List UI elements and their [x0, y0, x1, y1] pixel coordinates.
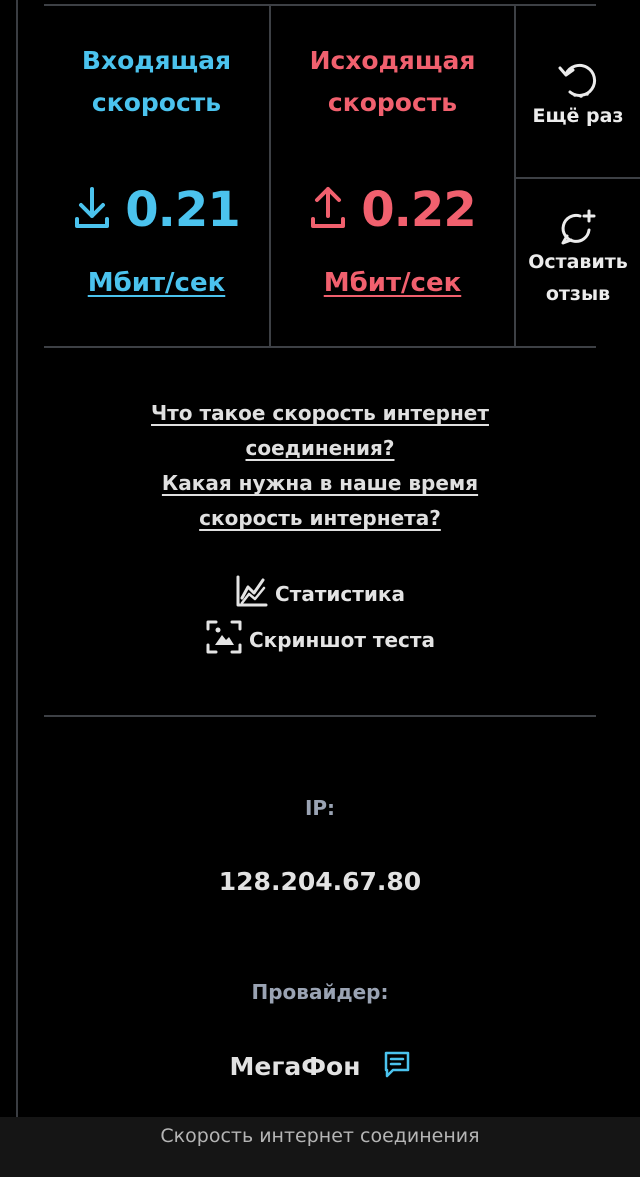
- info-links: Что такое скорость интернет соединения? …: [44, 396, 596, 536]
- upload-value: 0.22: [361, 182, 476, 238]
- upload-unit-link[interactable]: Мбит/сек: [271, 268, 514, 298]
- screenshot-label: Скриншот теста: [248, 627, 436, 652]
- provider-value: МегаФон: [229, 1051, 361, 1081]
- comment-icon[interactable]: [383, 1050, 411, 1082]
- left-frame-border: [16, 0, 18, 1117]
- screenshot-button[interactable]: Скриншот теста: [44, 619, 596, 660]
- feedback-label-line1: Оставить: [528, 251, 628, 273]
- provider-label: Провайдер:: [251, 980, 389, 1004]
- ip-label: IP:: [304, 796, 336, 820]
- download-value: 0.21: [125, 182, 240, 238]
- bottom-title-bar: Скорость интернет соединения: [0, 1117, 640, 1177]
- bottom-title: Скорость интернет соединения: [160, 1125, 480, 1147]
- upload-value-row: 0.22: [271, 182, 514, 238]
- chart-icon: [235, 574, 269, 613]
- upload-title: Исходящая скорость: [309, 46, 476, 117]
- download-unit-link[interactable]: Мбит/сек: [44, 268, 269, 298]
- refresh-icon: [516, 56, 640, 100]
- side-divider: [516, 177, 640, 179]
- chat-plus-icon: [516, 206, 640, 246]
- upload-panel: Исходящая скорость 0.22 Мбит/сек: [271, 0, 514, 346]
- retry-label: Ещё раз: [532, 105, 624, 127]
- link-needed-speed[interactable]: Какая нужна в наше время скорость интерн…: [44, 466, 596, 536]
- feedback-button[interactable]: Оставить отзыв: [516, 206, 640, 310]
- ip-value: 128.204.67.80: [218, 867, 422, 896]
- feedback-label-line2: отзыв: [545, 283, 611, 305]
- download-arrow-icon: [73, 186, 111, 234]
- download-panel: Входящая скорость 0.21 Мбит/сек: [44, 0, 269, 346]
- screenshot-icon: [205, 619, 243, 660]
- links-divider: [44, 715, 596, 717]
- download-title: Входящая скорость: [81, 46, 232, 117]
- upload-arrow-icon: [309, 186, 347, 234]
- statistics-label: Статистика: [275, 581, 405, 606]
- provider-row: МегаФон: [44, 1050, 596, 1082]
- retry-button[interactable]: Ещё раз: [516, 56, 640, 132]
- statistics-button[interactable]: Статистика: [44, 574, 596, 613]
- link-what-is-speed[interactable]: Что такое скорость интернет соединения?: [44, 396, 596, 466]
- download-value-row: 0.21: [44, 182, 269, 238]
